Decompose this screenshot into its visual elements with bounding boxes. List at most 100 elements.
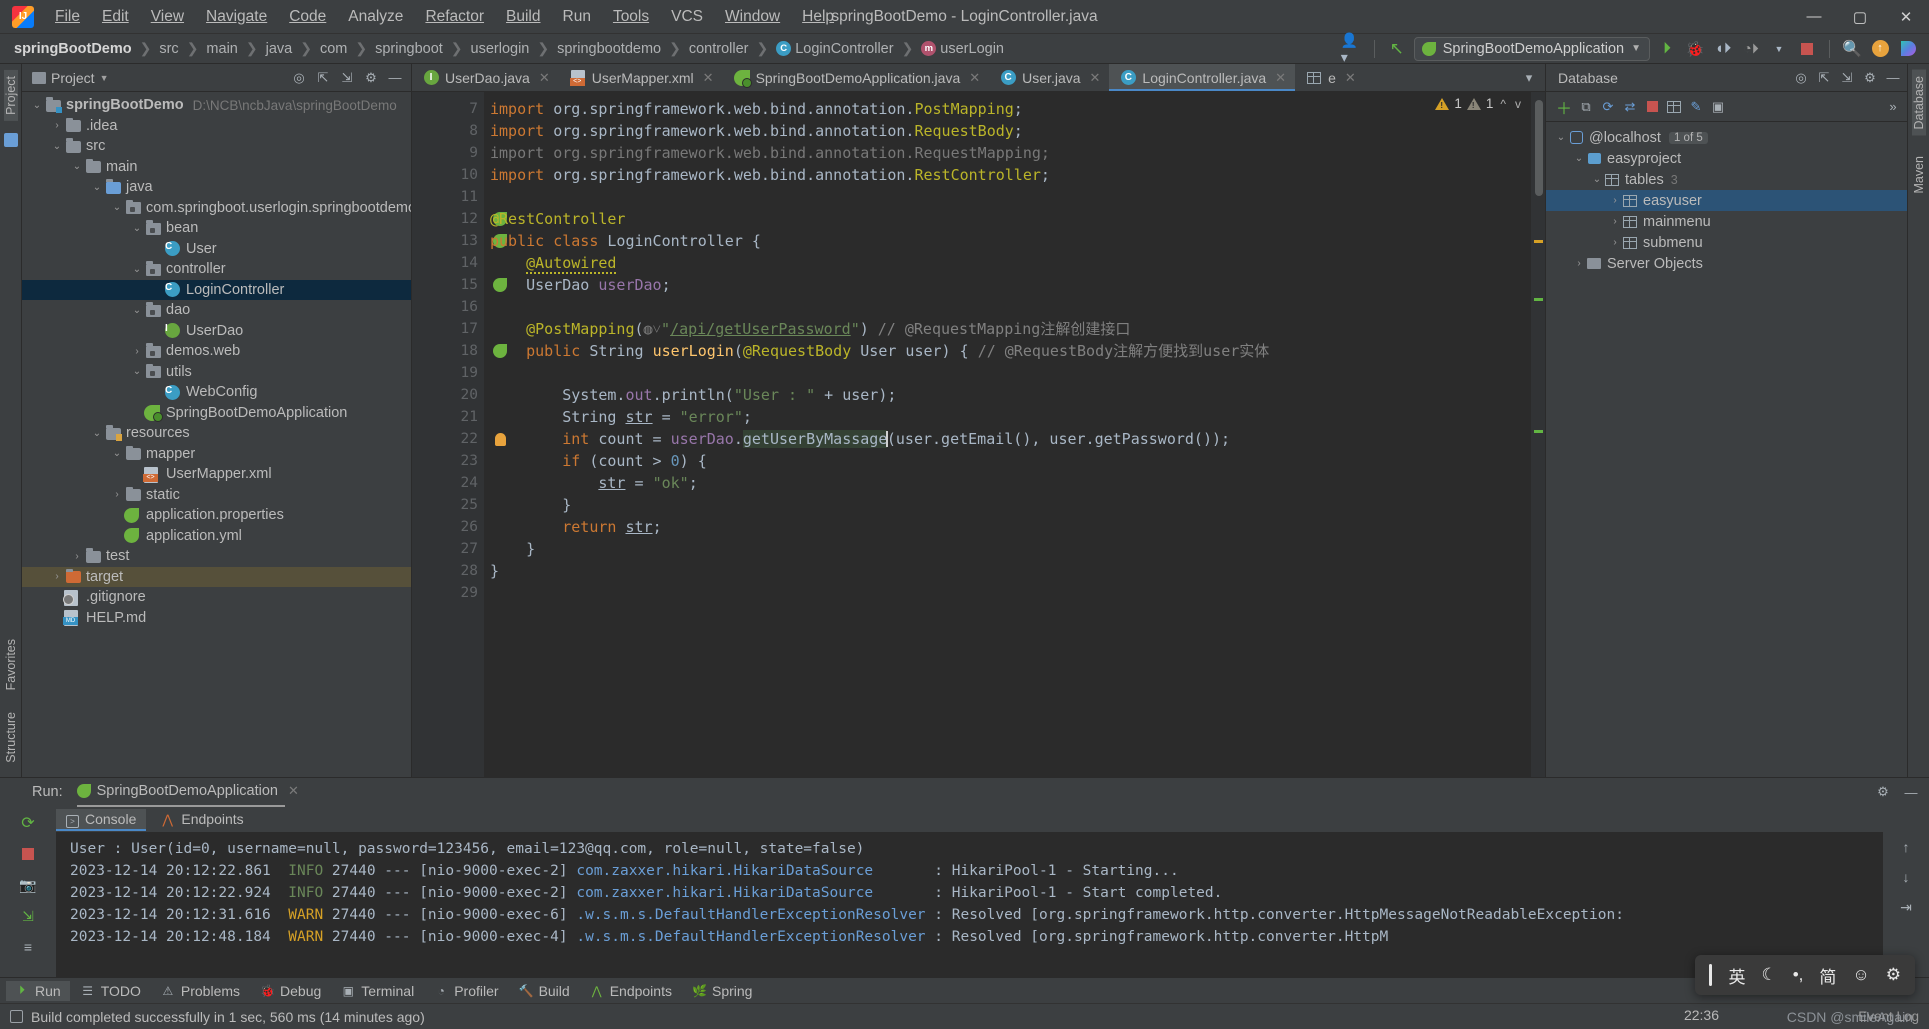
ime-floating-bar[interactable]: 英 ☾ •, 简 ☺ ⚙	[1695, 955, 1915, 995]
editor-gutter[interactable]: 7 8 9 10 11 12 13 14 15 16 17 18 19 20 21 22 23 24 25 26 27 2…	[412, 92, 507, 777]
db-node-tables[interactable]: ⌄ tables 3	[1546, 169, 1907, 190]
ime-moon-icon[interactable]: ☾	[1761, 965, 1776, 985]
tree-node-application-properties[interactable]: application.properties	[22, 505, 411, 526]
tree-node-springbootdemoapplication[interactable]: SpringBootDemoApplication	[22, 403, 411, 424]
settings-icon[interactable]: ⚙	[361, 68, 381, 88]
chevron-right-icon[interactable]: ›	[1572, 258, 1586, 269]
stop-icon[interactable]	[1642, 97, 1662, 117]
breadcrumb-item-springbootdemo[interactable]: springbootdemo	[555, 40, 663, 58]
chevron-right-icon[interactable]: ›	[50, 120, 64, 131]
editor-tab-logincontroller-java[interactable]: C LoginController.java ✕	[1109, 64, 1296, 91]
code-line-19[interactable]	[484, 362, 1545, 384]
code-line-23[interactable]: if (count > 0) {⌐	[484, 450, 1545, 472]
tree-node-logincontroller[interactable]: C LoginController	[22, 279, 411, 300]
maximize-button[interactable]: ▢	[1837, 0, 1883, 33]
menu-bar[interactable]: File Edit View Navigate Code Analyze Ref…	[44, 4, 845, 30]
chevron-right-icon[interactable]: ›	[130, 346, 144, 357]
code-line-15[interactable]: UserDao userDao;	[484, 274, 1545, 296]
expand-all-icon[interactable]: ⇱	[1814, 68, 1834, 88]
next-problem-icon[interactable]: v	[1513, 97, 1523, 111]
bottom-bar-endpoints[interactable]: ⋀ Endpoints	[581, 981, 681, 1001]
hide-icon[interactable]: —	[1883, 68, 1903, 88]
tree-node-target[interactable]: › target	[22, 566, 411, 587]
tree-node-controller[interactable]: ⌄ controller	[22, 259, 411, 280]
minimize-button[interactable]: —	[1791, 0, 1837, 33]
locate-icon[interactable]: ◎	[1791, 68, 1811, 88]
tree-node-application-yml[interactable]: application.yml	[22, 526, 411, 547]
ime-emoji-icon[interactable]: ☺	[1852, 965, 1869, 985]
tree-node-bean[interactable]: ⌄ bean	[22, 218, 411, 239]
ide-assistant-icon[interactable]	[1897, 38, 1919, 60]
code-line-13[interactable]: public class LoginController {	[484, 230, 1545, 252]
profiler-icon[interactable]: ◔⏵	[1740, 38, 1762, 60]
bookmarks-icon[interactable]	[3, 132, 18, 147]
hide-icon[interactable]: —	[1901, 782, 1921, 802]
code-line-14[interactable]: @Autowired	[484, 252, 1545, 274]
code-line-8[interactable]: import org.springframework.web.bind.anno…	[484, 120, 1545, 142]
tree-node-dao[interactable]: ⌄ dao	[22, 300, 411, 321]
db-node-easyproject[interactable]: ⌄ easyproject	[1546, 148, 1907, 169]
db-node-server-objects[interactable]: › Server Objects	[1546, 253, 1907, 274]
editor-tab-usermapper-xml[interactable]: UserMapper.xml ✕	[559, 64, 723, 91]
chevron-right-icon[interactable]: ›	[1608, 237, 1622, 248]
gutter-line-18[interactable]: 18	[412, 340, 507, 362]
chevron-down-icon[interactable]: ⌄	[90, 182, 104, 193]
run-subtab-bar[interactable]: > Console ⋀ Endpoints	[56, 806, 1883, 832]
expand-all-icon[interactable]: ⇱	[313, 68, 333, 88]
breadcrumb-item-com[interactable]: com	[318, 40, 349, 58]
ime-settings-icon[interactable]: ⚙	[1886, 965, 1901, 985]
gutter-line-17[interactable]: 17	[412, 318, 484, 340]
stop-icon[interactable]	[16, 843, 40, 865]
tool-window-button-project[interactable]: Project	[3, 70, 18, 121]
gutter-line-16[interactable]: 16	[412, 296, 484, 318]
chevron-down-icon[interactable]: ⌄	[50, 141, 64, 152]
bottom-bar-debug[interactable]: 🐞 Debug	[251, 981, 330, 1001]
locate-icon[interactable]: ◎	[289, 68, 309, 88]
code-line-7[interactable]: import org.springframework.web.bind.anno…	[484, 98, 1545, 120]
tree-node-src[interactable]: ⌄ src	[22, 136, 411, 157]
chevron-down-icon[interactable]: ⌄	[110, 202, 124, 213]
updates-icon[interactable]: ↑	[1869, 38, 1891, 60]
editor-body[interactable]: 7 8 9 10 11 12 13 14 15 16 17 18 19 20 21 22 23 24 25 26 27 2…	[412, 92, 1545, 777]
db-node-submenu[interactable]: › submenu	[1546, 232, 1907, 253]
close-icon[interactable]: ✕	[288, 783, 299, 799]
breadcrumb-item-logincontroller[interactable]: C LoginController	[774, 40, 895, 58]
editor-tab-bar[interactable]: IUserDao.java✕UserMapper.xml✕SpringBootD…	[412, 64, 1545, 92]
gutter-line-24[interactable]: 24	[412, 472, 484, 494]
bottom-bar-profiler[interactable]: ◔ Profiler	[425, 981, 507, 1001]
breadcrumb-item-springboot[interactable]: springboot	[373, 40, 445, 58]
database-tree[interactable]: ⌄ @localhost 1 of 5 ⌄ easyproject ⌄ tables 3 › ea…	[1546, 122, 1907, 777]
chevron-down-icon[interactable]: ⌄	[130, 264, 144, 275]
chevron-down-icon[interactable]: ⌄	[130, 223, 144, 234]
tool-window-button-database[interactable]: Database	[1911, 70, 1926, 136]
chevron-right-icon[interactable]: ›	[1608, 195, 1622, 206]
gutter-line-11[interactable]: 11	[412, 186, 484, 208]
tool-window-button-maven[interactable]: Maven	[1912, 150, 1926, 200]
more-icon[interactable]: »	[1883, 97, 1903, 117]
tree-node-user[interactable]: C User	[22, 239, 411, 260]
gutter-line-14[interactable]: 14	[412, 252, 484, 274]
settings-icon[interactable]: ⚙	[1860, 68, 1880, 88]
tree-node-com-springboot-userlogin-springbootdemo[interactable]: ⌄ com.springboot.userlogin.springbootdemo	[22, 198, 411, 219]
tree-node-springbootdemo[interactable]: ⌄ springBootDemo D:\NCB\ncbJava\springBoot…	[22, 95, 411, 116]
bottom-bar-spring[interactable]: 🌿 Spring	[683, 981, 761, 1001]
code-line-20[interactable]: System.out.println("User : " + user);	[484, 384, 1545, 406]
chevron-right-icon[interactable]: ›	[1608, 216, 1622, 227]
tree-node-java[interactable]: ⌄ java	[22, 177, 411, 198]
gutter-line-28[interactable]: 28	[412, 560, 484, 582]
gutter-line-22[interactable]: 22	[412, 428, 506, 450]
run-subtab-console[interactable]: > Console	[56, 808, 147, 831]
chevron-down-icon[interactable]: ⌄	[90, 428, 104, 439]
run-subtab-endpoints[interactable]: ⋀ Endpoints	[152, 809, 253, 829]
collapse-all-icon[interactable]: ⇲	[337, 68, 357, 88]
tree-node-static[interactable]: › static	[22, 485, 411, 506]
code-line-16[interactable]	[484, 296, 1545, 318]
refresh-icon[interactable]: ⟳	[1598, 97, 1618, 117]
inspection-marker-info[interactable]	[1534, 298, 1543, 301]
edit-icon[interactable]: ✎	[1686, 97, 1706, 117]
breadcrumb-item-project[interactable]: springBootDemo	[12, 40, 134, 58]
bottom-bar-todo[interactable]: ☰ TODO	[72, 981, 150, 1001]
code-line-28[interactable]: }	[484, 560, 1545, 582]
gutter-line-19[interactable]: 19	[412, 362, 484, 384]
add-icon[interactable]: ＋	[1554, 97, 1574, 118]
